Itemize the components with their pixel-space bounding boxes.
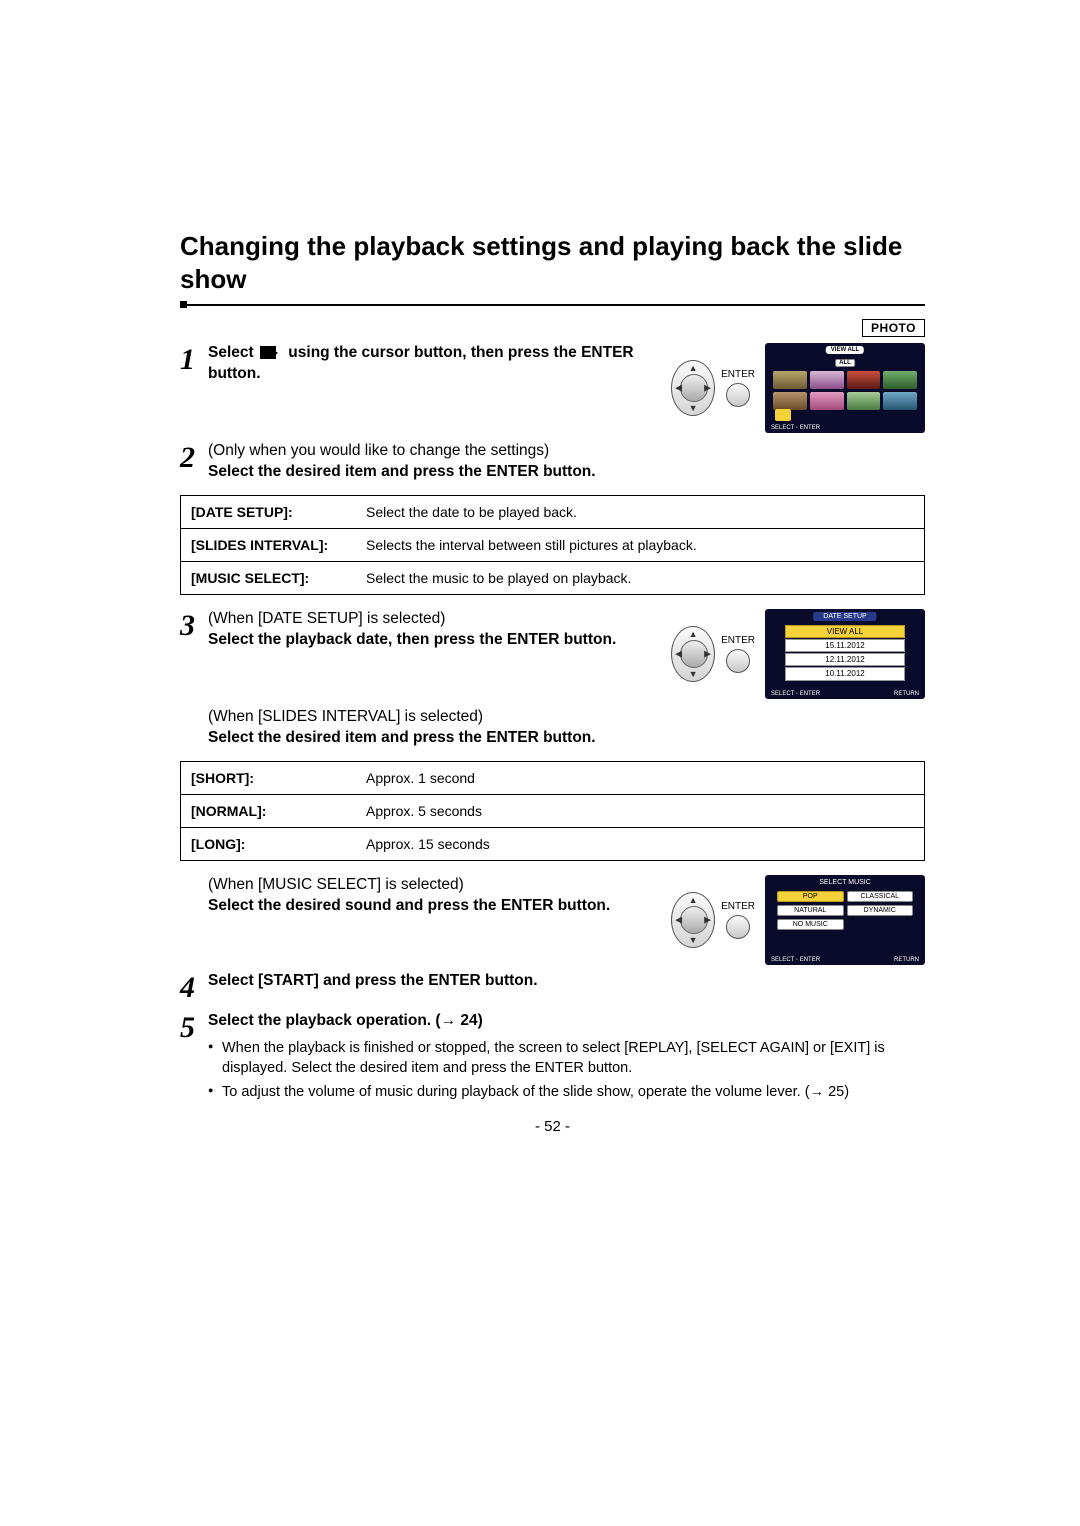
table-row: [DATE SETUP]:Select the date to be playe… (181, 495, 925, 528)
date-item: 12.11.2012 (785, 653, 905, 666)
date-item: 15.11.2012 (785, 639, 905, 652)
table-row: [LONG]:Approx. 15 seconds (181, 827, 925, 860)
table-row: [SHORT]:Approx. 1 second (181, 761, 925, 794)
lcd-date-title: DATE SETUP (813, 612, 876, 621)
table-row: [SLIDES INTERVAL]:Selects the interval b… (181, 528, 925, 561)
step-3: 3 (When [DATE SETUP] is selected) Select… (180, 609, 925, 699)
photo-badge: PHOTO (862, 319, 925, 337)
lcd-music-screen: SELECT MUSIC POP CLASSICAL NATURAL DYNAM… (765, 875, 925, 965)
step-number: 5 (180, 1013, 208, 1043)
lcd-return: RETURN (894, 691, 919, 697)
interval-label: [LONG]: (181, 827, 357, 860)
lcd-viewall-screen: ▲ VIEW ALL ALL SELECT ◦ ENTER (765, 343, 925, 433)
setting-desc: Select the date to be played back. (356, 495, 925, 528)
interval-desc: Approx. 5 seconds (356, 794, 925, 827)
interval-label: [NORMAL]: (181, 794, 357, 827)
enter-label: ENTER (721, 369, 755, 380)
date-item: 10.11.2012 (785, 667, 905, 680)
step1-pre: Select (208, 344, 254, 361)
step3-note-interval: (When [SLIDES INTERVAL] is selected) (208, 708, 483, 725)
interval-desc: Approx. 15 seconds (356, 827, 925, 860)
step-number: 2 (180, 443, 208, 473)
step-number: 4 (180, 973, 208, 1003)
cursor-enter-diagram: ▲▼◀▶ ENTER (671, 626, 755, 682)
interval-label: [SHORT]: (181, 761, 357, 794)
step3-note-music: (When [MUSIC SELECT] is selected) (208, 876, 464, 893)
step2-instruction: Select the desired item and press the EN… (208, 463, 596, 480)
bullet-item: When the playback is finished or stopped… (208, 1038, 925, 1079)
music-item: NO MUSIC (777, 919, 844, 930)
setting-label: [MUSIC SELECT]: (181, 561, 357, 594)
page-title: Changing the playback settings and playi… (180, 230, 925, 295)
step3-instruction-interval: Select the desired item and press the EN… (208, 729, 596, 746)
step-5: 5 Select the playback operation. (→ 24) … (180, 1011, 925, 1107)
lcd-all-badge: ALL (835, 359, 855, 367)
lcd-footer-enter: ENTER (800, 425, 820, 431)
page-ref: 24 (460, 1012, 477, 1029)
step2-note: (Only when you would like to change the … (208, 442, 549, 459)
bullet-item: To adjust the volume of music during pla… (208, 1082, 925, 1102)
step-number: 1 (180, 345, 208, 375)
step5-pre: Select the playback operation. ( (208, 1012, 441, 1029)
step4-instruction: Select [START] and press the ENTER butto… (208, 971, 925, 992)
setting-label: [DATE SETUP]: (181, 495, 357, 528)
step-4: 4 Select [START] and press the ENTER but… (180, 971, 925, 1003)
cursor-enter-diagram: ▲▼◀▶ ENTER (671, 892, 755, 948)
interval-desc: Approx. 1 second (356, 761, 925, 794)
step3-note-date: (When [DATE SETUP] is selected) (208, 610, 445, 627)
lcd-viewall-top: VIEW ALL (826, 346, 864, 354)
setting-label: [SLIDES INTERVAL]: (181, 528, 357, 561)
step-1: 1 Select using the cursor button, then p… (180, 343, 925, 433)
page-number: - 52 - (535, 1118, 570, 1135)
settings-table: [DATE SETUP]:Select the date to be playe… (180, 495, 925, 595)
lcd-music-title: SELECT MUSIC (813, 878, 877, 887)
setting-desc: Select the music to be played on playbac… (356, 561, 925, 594)
music-item: DYNAMIC (847, 905, 914, 916)
date-item-selected: VIEW ALL (785, 625, 905, 638)
step-3-music: 3 (When [MUSIC SELECT] is selected) Sele… (180, 875, 925, 965)
music-item: NATURAL (777, 905, 844, 916)
lcd-footer-select: SELECT (771, 425, 794, 431)
slideshow-icon (260, 346, 282, 360)
step-number: 3 (180, 611, 208, 641)
music-item-selected: POP (777, 891, 844, 902)
table-row: [NORMAL]:Approx. 5 seconds (181, 794, 925, 827)
title-rule (180, 301, 925, 307)
lcd-date-screen: DATE SETUP VIEW ALL 15.11.2012 12.11.201… (765, 609, 925, 699)
step5-post: ) (478, 1012, 483, 1029)
music-item: CLASSICAL (847, 891, 914, 902)
step3-instruction-date: Select the playback date, then press the… (208, 631, 616, 648)
step-2: 2 (Only when you would like to change th… (180, 441, 925, 483)
table-row: [MUSIC SELECT]:Select the music to be pl… (181, 561, 925, 594)
setting-desc: Selects the interval between still pictu… (356, 528, 925, 561)
step3-instruction-music: Select the desired sound and press the E… (208, 897, 610, 914)
interval-table: [SHORT]:Approx. 1 second [NORMAL]:Approx… (180, 761, 925, 861)
cursor-enter-diagram: ▲▼◀▶ ENTER (671, 360, 755, 416)
arrow-icon: → (441, 1012, 457, 1029)
